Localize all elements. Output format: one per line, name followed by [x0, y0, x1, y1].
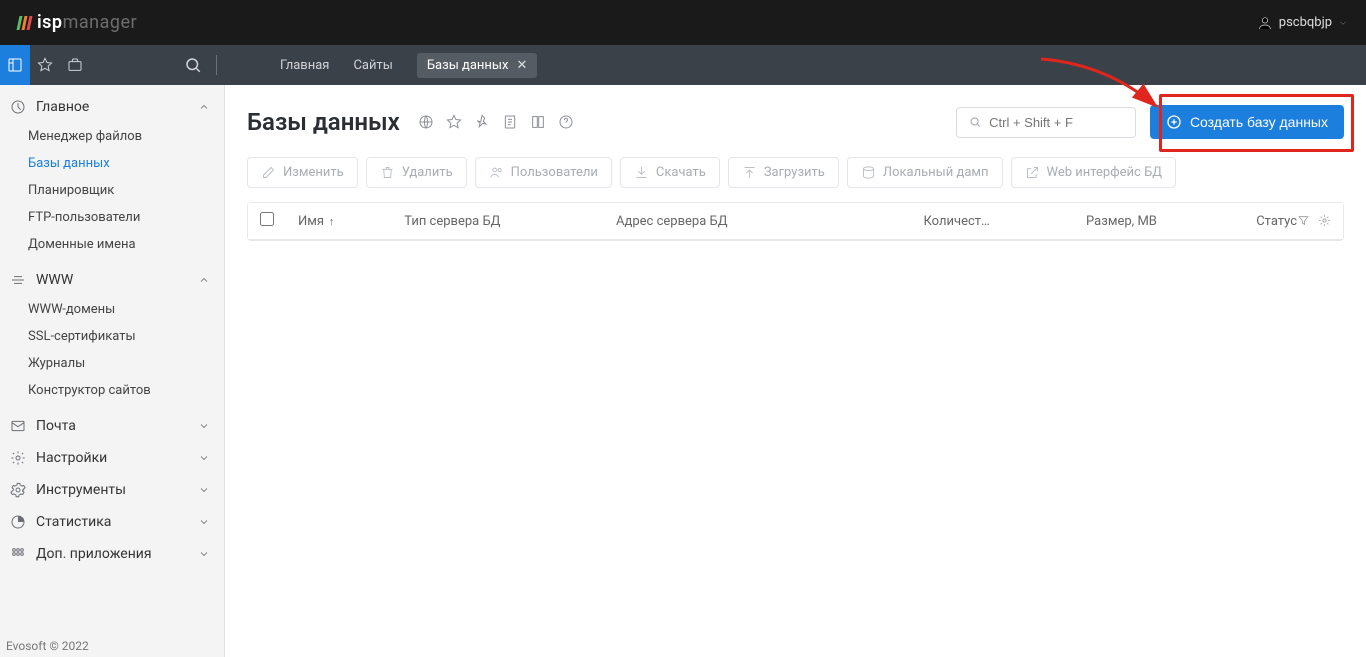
- pin-icon[interactable]: [474, 114, 490, 130]
- book-icon[interactable]: [530, 114, 546, 130]
- crumb-sites[interactable]: Сайты: [353, 58, 392, 73]
- main-content: Базы данных Создать базу данных: [225, 85, 1366, 657]
- search-input[interactable]: [989, 115, 1123, 130]
- col-size[interactable]: Размер, MB: [1002, 203, 1169, 240]
- sidebar-item-ftp[interactable]: FTP-пользователи: [0, 204, 224, 231]
- chevron-up-icon: [198, 101, 210, 113]
- sidebar-header-apps[interactable]: Доп. приложения: [0, 538, 224, 570]
- sidebar-group-main: Главное Менеджер файлов Базы данных План…: [0, 91, 224, 264]
- sidebar-group-www: WWW WWW-домены SSL-сертификаты Журналы К…: [0, 264, 224, 410]
- create-btn-label: Создать базу данных: [1190, 114, 1328, 130]
- stats-icon: [10, 514, 26, 530]
- dashboard-icon: [10, 99, 26, 115]
- sidebar-header-mail[interactable]: Почта: [0, 410, 224, 442]
- notes-icon[interactable]: [502, 114, 518, 130]
- col-status[interactable]: Статус: [1169, 203, 1343, 240]
- user-icon: [1257, 15, 1273, 31]
- page-title: Базы данных: [247, 108, 400, 136]
- topbar-icons: [0, 45, 90, 85]
- logo-bars-icon: [18, 16, 31, 30]
- col-name[interactable]: Имя ↑: [286, 203, 392, 240]
- sidebar-item-sitebuilder[interactable]: Конструктор сайтов: [0, 377, 224, 404]
- layout-icon[interactable]: [0, 45, 30, 85]
- filter-icon[interactable]: [1297, 214, 1310, 227]
- crumb-active-tab[interactable]: Базы данных ✕: [417, 53, 538, 78]
- col-count[interactable]: Количест…: [843, 203, 1002, 240]
- search-icon: [969, 115, 981, 129]
- breadcrumb: Главная Сайты Базы данных ✕: [280, 45, 537, 85]
- sidebar-header-main[interactable]: Главное: [0, 91, 224, 123]
- table-wrap: Имя ↑ Тип сервера БД Адрес сервера БД Ко…: [247, 202, 1344, 241]
- settings-icon: [10, 450, 26, 466]
- search-box[interactable]: [956, 107, 1136, 138]
- mail-icon: [10, 418, 26, 434]
- edit-icon: [261, 165, 276, 180]
- download-icon: [634, 165, 649, 180]
- sidebar-item-wwwdomains[interactable]: WWW-домены: [0, 296, 224, 323]
- gear-icon: [10, 482, 26, 498]
- chevron-down-icon: [198, 420, 210, 432]
- create-database-button[interactable]: Создать базу данных: [1150, 105, 1344, 139]
- help-icon[interactable]: [558, 114, 574, 130]
- www-icon: [10, 272, 26, 288]
- sidebar-item-databases[interactable]: Базы данных: [0, 150, 224, 177]
- topbar-search[interactable]: [150, 55, 250, 75]
- users-icon: [489, 165, 504, 180]
- col-server-type[interactable]: Тип сервера БД: [392, 203, 604, 240]
- chevron-down-icon: [198, 452, 210, 464]
- select-all-checkbox[interactable]: [260, 212, 274, 226]
- crumb-home[interactable]: Главная: [280, 58, 329, 73]
- username: pscbqbjp: [1279, 15, 1332, 30]
- upload-icon: [742, 165, 757, 180]
- chevron-up-icon: [198, 274, 210, 286]
- tool-users[interactable]: Пользователи: [475, 157, 612, 188]
- table-header-row: Имя ↑ Тип сервера БД Адрес сервера БД Ко…: [248, 203, 1343, 240]
- plus-circle-icon: [1166, 114, 1182, 130]
- app-header: ispmanager pscbqbjp: [0, 0, 1366, 45]
- globe-icon[interactable]: [418, 114, 434, 130]
- star-icon[interactable]: [30, 45, 60, 85]
- chevron-down-icon: [198, 484, 210, 496]
- logo-text-a: isp: [37, 12, 63, 33]
- chevron-down-icon: [198, 548, 210, 560]
- sidebar-item-domains[interactable]: Доменные имена: [0, 231, 224, 258]
- page-head-icons: [418, 114, 574, 130]
- page-head: Базы данных Создать базу данных: [247, 105, 1344, 139]
- trash-icon: [380, 165, 395, 180]
- sidebar-item-logs[interactable]: Журналы: [0, 350, 224, 377]
- search-icon: [184, 56, 202, 74]
- sidebar-item-filemanager[interactable]: Менеджер файлов: [0, 123, 224, 150]
- user-menu[interactable]: pscbqbjp: [1257, 15, 1348, 31]
- tab-label: Базы данных: [427, 58, 509, 73]
- chevron-down-icon: [1338, 18, 1348, 28]
- database-icon: [861, 165, 876, 180]
- close-icon[interactable]: ✕: [516, 58, 527, 73]
- logo-text-b: manager: [63, 12, 138, 33]
- databases-table: Имя ↑ Тип сервера БД Адрес сервера БД Ко…: [248, 203, 1343, 240]
- tool-download[interactable]: Скачать: [620, 157, 720, 188]
- star-outline-icon[interactable]: [446, 114, 462, 130]
- toolbar: Изменить Удалить Пользователи Скачать За…: [247, 157, 1344, 188]
- columns-gear-icon[interactable]: [1318, 214, 1331, 227]
- logo: ispmanager: [18, 12, 137, 33]
- briefcase-icon[interactable]: [60, 45, 90, 85]
- sidebar-header-www[interactable]: WWW: [0, 264, 224, 296]
- sidebar: Главное Менеджер файлов Базы данных План…: [0, 85, 225, 657]
- sidebar-header-stats[interactable]: Статистика: [0, 506, 224, 538]
- tool-edit[interactable]: Изменить: [247, 157, 358, 188]
- footer-copyright: Evosoft © 2022: [0, 635, 95, 657]
- tool-localdump[interactable]: Локальный дамп: [847, 157, 1003, 188]
- external-icon: [1025, 165, 1040, 180]
- sidebar-header-tools[interactable]: Инструменты: [0, 474, 224, 506]
- topbar: Главная Сайты Базы данных ✕: [0, 45, 1366, 85]
- sidebar-header-settings[interactable]: Настройки: [0, 442, 224, 474]
- tool-delete[interactable]: Удалить: [366, 157, 467, 188]
- tool-upload[interactable]: Загрузить: [728, 157, 839, 188]
- apps-icon: [10, 546, 26, 562]
- col-server-addr[interactable]: Адрес сервера БД: [604, 203, 843, 240]
- tool-webdb[interactable]: Web интерфейс БД: [1011, 157, 1177, 188]
- chevron-down-icon: [198, 516, 210, 528]
- sidebar-item-scheduler[interactable]: Планировщик: [0, 177, 224, 204]
- sidebar-item-ssl[interactable]: SSL-сертификаты: [0, 323, 224, 350]
